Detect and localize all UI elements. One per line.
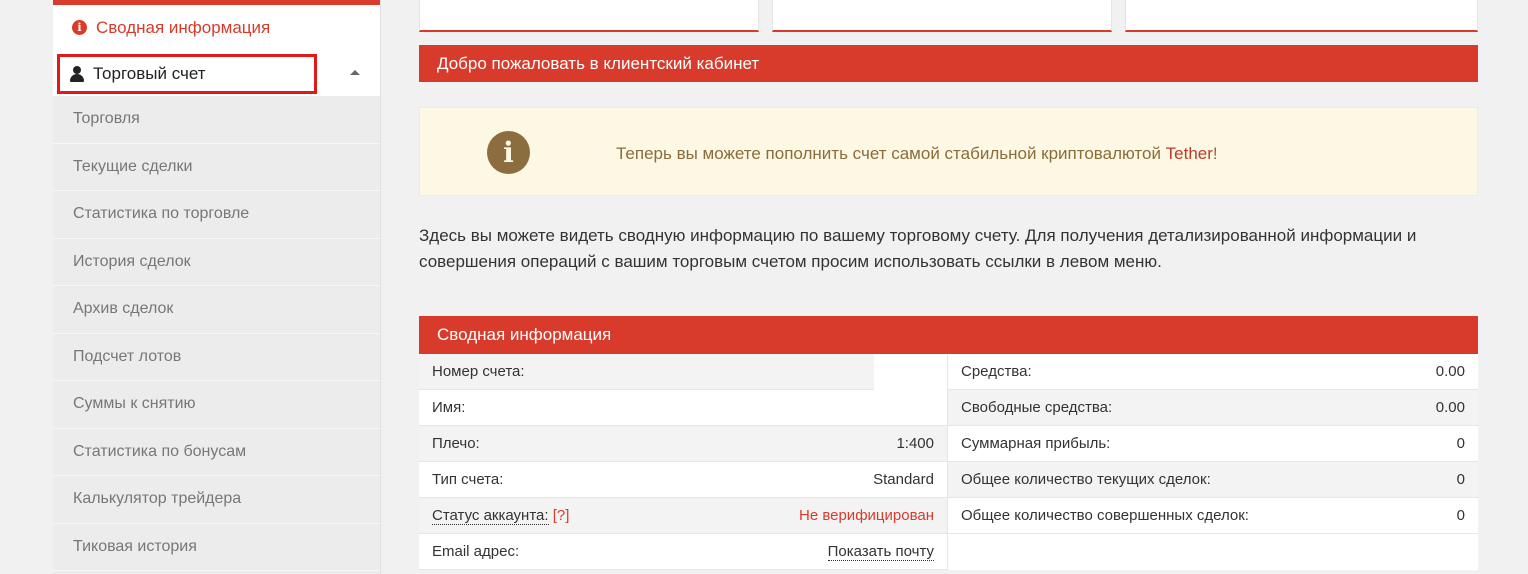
notice-text: Теперь вы можете пополнить счет самой ст… — [616, 144, 1218, 164]
row-value: 0.00 — [1435, 363, 1465, 380]
row-value: 1:400 — [896, 435, 934, 452]
sidebar-item-label: Статистика по торговле — [73, 205, 250, 223]
account-number-cell — [874, 354, 947, 390]
row-label: Email адрес: — [432, 543, 520, 560]
row-label: Номер счета: — [432, 363, 525, 380]
sidebar-item-label: Суммы к снятию — [73, 395, 196, 413]
row-label: Общее количество совершенных сделок: — [961, 507, 1249, 524]
intro-line: совершения операций с вашим торговым сче… — [419, 252, 1162, 271]
account-status-label: Статус аккаунта: [?] — [432, 507, 570, 525]
table-row: Суммарная прибыль: 0 — [947, 426, 1478, 462]
row-label: Свободные средства: — [961, 399, 1113, 416]
sidebar-item-tick-history[interactable]: Тиковая история — [53, 524, 380, 571]
intro-text: Здесь вы можете видеть сводную информаци… — [419, 223, 1478, 275]
account-status-text: Статус аккаунта: — [432, 507, 549, 525]
table-row: Тип счета: Standard — [419, 462, 947, 498]
sidebar-item-lot-count[interactable]: Подсчет лотов — [53, 334, 380, 381]
table-row: Свободные средства: 0.00 — [947, 390, 1478, 426]
sidebar-item-trader-calculator[interactable]: Калькулятор трейдера — [53, 476, 380, 524]
table-row: Имя: — [419, 390, 947, 426]
info-icon: i — [72, 20, 87, 35]
sidebar-item-trade-history[interactable]: История сделок — [53, 239, 380, 286]
top-stat-box — [772, 0, 1112, 32]
table-row: Статус аккаунта: [?] Не верифицирован — [419, 498, 947, 534]
row-label: Общее количество текущих сделок: — [961, 471, 1211, 488]
summary-header: Сводная информация — [419, 316, 1478, 354]
summary-title: Сводная информация — [437, 325, 612, 344]
sidebar-item-trading-stats[interactable]: Статистика по торговле — [53, 191, 380, 239]
sidebar-item-label: Торговля — [73, 110, 140, 128]
welcome-title: Добро пожаловать в клиентский кабинет — [437, 53, 760, 73]
tether-link[interactable]: Tether — [1166, 144, 1213, 163]
sidebar: i Сводная информация Торговый счет Торго… — [53, 0, 381, 574]
sidebar-item-trading[interactable]: Торговля — [53, 96, 380, 144]
sidebar-item-label: Торговый счет — [93, 64, 206, 83]
table-row-empty — [947, 534, 1478, 570]
sidebar-item-label: Сводная информация — [96, 17, 271, 37]
table-row: Средства: 0.00 — [947, 354, 1478, 390]
row-label: Плечо: — [432, 435, 480, 452]
row-value: Standard — [873, 471, 934, 488]
sidebar-item-withdrawals[interactable]: Суммы к снятию — [53, 381, 380, 429]
sidebar-item-label: Статистика по бонусам — [73, 442, 247, 460]
sidebar-item-trade-account[interactable]: Торговый счет — [53, 50, 380, 96]
sidebar-item-label: История сделок — [73, 252, 191, 270]
intro-line: Здесь вы можете видеть сводную информаци… — [419, 226, 1417, 245]
tether-notice: i Теперь вы можете пополнить счет самой … — [419, 107, 1478, 196]
sidebar-item-current-trades[interactable]: Текущие сделки — [53, 144, 380, 191]
row-label: Имя: — [432, 399, 466, 416]
summary-table-left: Номер счета: Имя: Плечо: 1:400 Тип счета… — [419, 354, 947, 570]
table-row: Общее количество текущих сделок: 0 — [947, 462, 1478, 498]
trade-account-highlight[interactable]: Торговый счет — [57, 54, 317, 94]
row-value: 0.00 — [1435, 399, 1465, 416]
show-email-link[interactable]: Показать почту — [827, 543, 934, 561]
row-label: Тип счета: — [432, 471, 504, 488]
chevron-up-icon[interactable] — [350, 70, 360, 75]
sidebar-item-label: Тиковая история — [73, 537, 197, 555]
help-link[interactable]: [?] — [553, 507, 570, 524]
welcome-header: Добро пожаловать в клиентский кабинет — [419, 45, 1478, 82]
table-row: Email адрес: Показать почту — [419, 534, 947, 570]
table-row: Плечо: 1:400 — [419, 426, 947, 462]
sidebar-item-label: Текущие сделки — [73, 157, 193, 175]
row-value: 0 — [1456, 507, 1465, 524]
top-stat-box — [1125, 0, 1478, 32]
notice-text-after: ! — [1212, 144, 1218, 163]
row-value: 0 — [1456, 471, 1465, 488]
sidebar-item-bonus-stats[interactable]: Статистика по бонусам — [53, 429, 380, 476]
sidebar-item-label: Подсчет лотов — [73, 347, 182, 365]
row-value: 0 — [1456, 435, 1465, 452]
row-label: Суммарная прибыль: — [961, 435, 1111, 452]
top-stat-box — [419, 0, 759, 32]
status-badge: Не верифицирован — [798, 507, 934, 524]
sidebar-item-summary[interactable]: i Сводная информация — [53, 5, 380, 50]
summary-table-right: Средства: 0.00 Свободные средства: 0.00 … — [947, 354, 1478, 570]
table-row: Общее количество совершенных сделок: 0 — [947, 498, 1478, 534]
sidebar-submenu: Торговля Текущие сделки Статистика по то… — [53, 96, 380, 571]
info-icon: i — [487, 131, 530, 174]
user-icon — [70, 66, 84, 82]
sidebar-item-trade-archive[interactable]: Архив сделок — [53, 286, 380, 334]
notice-text-before: Теперь вы можете пополнить счет самой ст… — [616, 144, 1166, 163]
table-row: Номер счета: — [419, 354, 947, 390]
sidebar-item-label: Калькулятор трейдера — [73, 490, 242, 508]
row-label: Средства: — [961, 363, 1032, 380]
sidebar-item-label: Архив сделок — [73, 300, 174, 318]
